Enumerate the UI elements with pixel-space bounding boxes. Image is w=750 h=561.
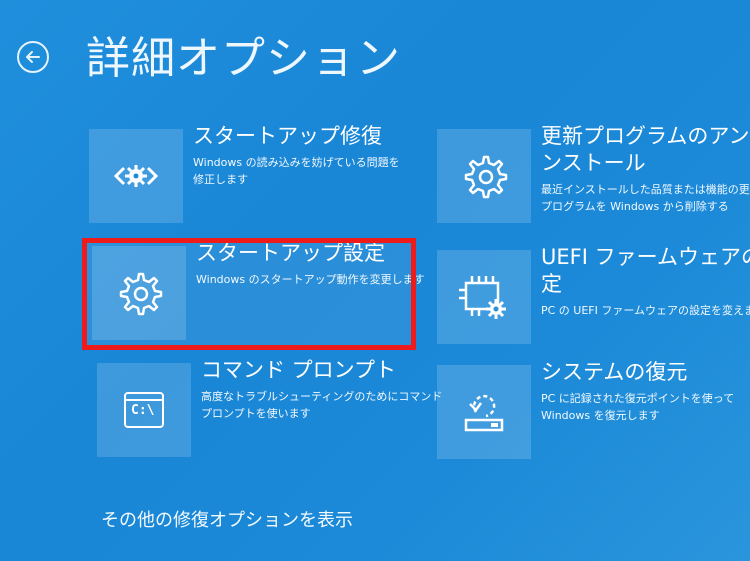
option-description: 最近インストールした品質または機能の更新 プログラムを Windows から削除… (541, 183, 750, 213)
chip-gear-icon (459, 276, 506, 319)
option-title: UEFI ファームウェアの設 定 (541, 245, 750, 296)
command-prompt-icon: C:\ (124, 392, 164, 428)
option-title: コマンド プロンプト (201, 358, 397, 382)
option-startup-settings[interactable]: スタートアップ設定 Windows のスタートアップ動作を変更します (92, 241, 425, 340)
option-startup-repair[interactable]: スタートアップ修復 Windows の読み込みを妨げている問題を 修正します (89, 124, 400, 223)
option-title: 更新プログラムのアンイ ンストール (541, 124, 750, 175)
option-tile (437, 250, 531, 344)
option-tile (89, 129, 183, 223)
option-tile (437, 129, 531, 223)
back-arrow-icon (26, 51, 40, 63)
option-uninstall-updates[interactable]: 更新プログラムのアンイ ンストール 最近インストールした品質または機能の更新 プ… (437, 124, 750, 223)
system-restore-icon (464, 395, 504, 432)
option-command-prompt[interactable]: C:\ コマンド プロンプト 高度なトラブルシューティングのためにコマンド プロ… (97, 358, 443, 457)
option-uefi-settings[interactable]: UEFI ファームウェアの設 定 PC の UEFI ファームウェアの設定を変え… (437, 245, 750, 344)
option-title: スタートアップ設定 (196, 241, 385, 265)
option-system-restore[interactable]: システムの復元 PC に記録された復元ポイントを使って Windows を復元し… (437, 360, 735, 459)
option-title: スタートアップ修復 (193, 124, 382, 148)
more-repair-options-link[interactable]: その他の修復オプションを表示 (101, 506, 353, 532)
code-gear-icon (113, 165, 159, 187)
option-tile (437, 365, 531, 459)
option-description: 高度なトラブルシューティングのためにコマンド プロンプトを使います (201, 390, 443, 420)
option-title: システムの復元 (541, 360, 688, 384)
page-title: 詳細オプション (86, 33, 401, 84)
option-tile (92, 246, 186, 340)
option-description: Windows の読み込みを妨げている問題を 修正します (193, 156, 400, 186)
option-description: PC の UEFI ファームウェアの設定を変えます (541, 304, 750, 317)
gear-icon (119, 272, 163, 316)
option-description: Windows のスタートアップ動作を変更します (196, 273, 425, 286)
option-description: PC に記録された復元ポイントを使って Windows を復元します (541, 392, 735, 422)
gear-icon (464, 155, 508, 199)
command-prompt-icon-text: C:\ (131, 403, 155, 418)
back-button[interactable] (17, 41, 49, 73)
option-tile: C:\ (97, 363, 191, 457)
